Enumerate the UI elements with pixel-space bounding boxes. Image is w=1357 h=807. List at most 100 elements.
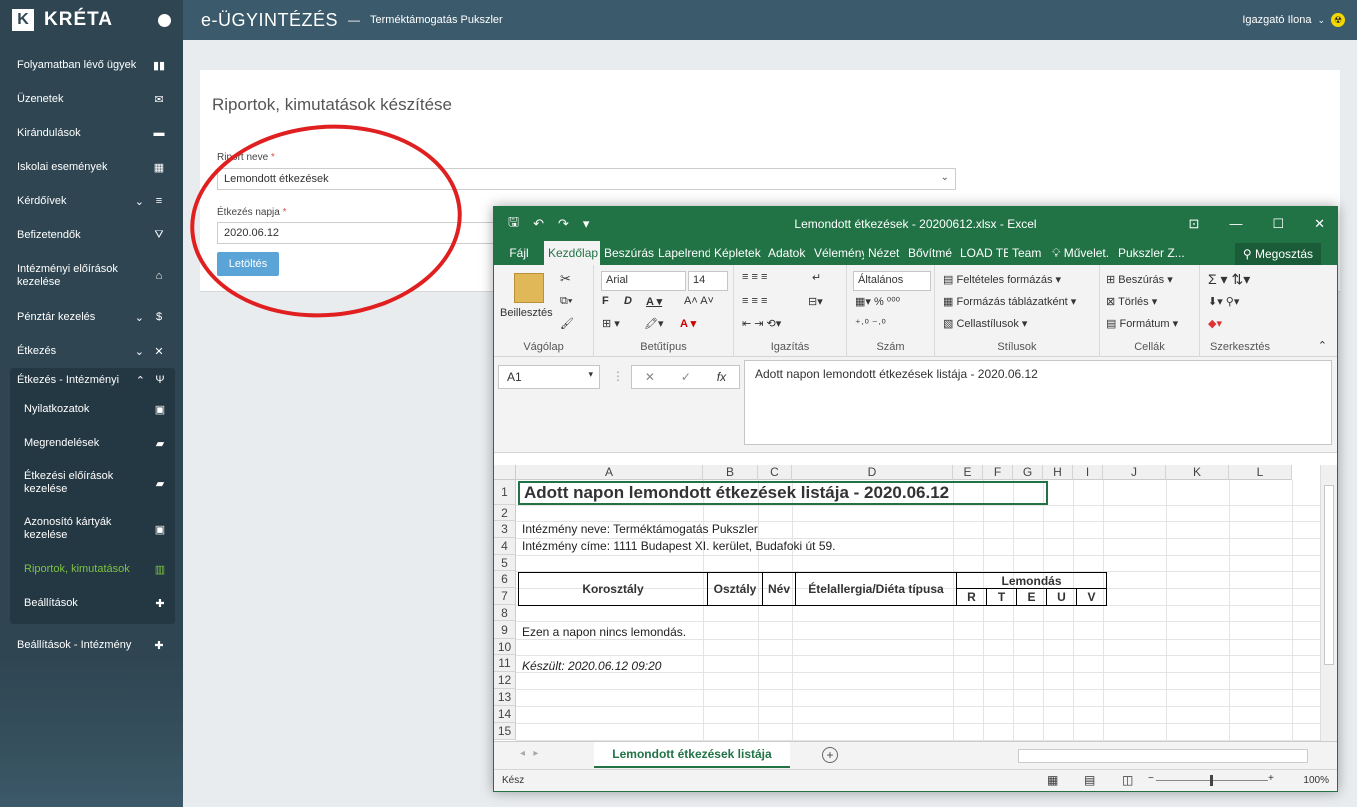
redo-icon[interactable]: ↷ [558,216,569,232]
row-header[interactable]: 7 [494,588,516,605]
row-header[interactable]: 12 [494,672,516,689]
header-osztaly[interactable]: Osztály [707,572,763,606]
fill-icon[interactable]: ⬇▾ ⚲▾ [1208,295,1239,308]
row-header[interactable]: 2 [494,505,516,521]
sidebar-item-intezmenyi-eloirasok[interactable]: Intézményi előírások kezelése ⌂ [0,252,183,300]
formula-input[interactable]: Adott napon lemondott étkezések listája … [744,360,1332,445]
column-header[interactable]: F [983,465,1013,480]
autosum-icon[interactable]: Σ ▾ ⇅▾ [1208,271,1250,288]
paste-icon[interactable] [514,273,544,303]
sheet-tab[interactable]: Lemondott étkezések listája [594,742,790,768]
delete-cells-button[interactable]: ⊠ Törlés ▾ [1106,295,1157,308]
format-as-table-button[interactable]: ▦ Formázás táblázatként ▾ [943,295,1076,308]
sidebar-item-nyilatkozatok[interactable]: Nyilatkozatok ▣ [10,392,175,426]
column-header[interactable]: E [953,465,983,480]
select-all-corner[interactable] [494,465,516,480]
toggle-dot-icon[interactable] [158,13,171,27]
sidebar-item-etkezesi-eloirasok[interactable]: Étkezési előírások kezelése ▰ [10,460,175,506]
currency-icon[interactable]: ▦▾ % ⁰⁰⁰ [855,295,900,308]
sidebar-item-beallitasok-intezmeny[interactable]: Beállítások - Intézmény ✚ [0,628,183,662]
clear-icon[interactable]: ◆▾ [1208,317,1222,330]
column-header[interactable]: A [516,465,703,480]
tab-file[interactable]: Fájl [494,241,544,265]
header-korosztaly[interactable]: Korosztály [518,572,708,606]
tab-review[interactable]: Vélemény [810,241,864,265]
insert-cells-button[interactable]: ⊞ Beszúrás ▾ [1106,273,1173,286]
copy-icon[interactable]: ⧉▾ [560,295,572,308]
tab-home[interactable]: Kezdőlap [544,241,600,265]
row-header[interactable]: 11 [494,655,516,672]
sheet-nav-icon[interactable]: ◂ ▸ [520,748,538,759]
share-button[interactable]: ⚲ Megosztás [1234,243,1321,265]
format-cells-button[interactable]: ▤ Formátum ▾ [1106,317,1178,330]
cell-a11[interactable]: Készült: 2020.06.12 09:20 [522,659,661,673]
borders-icon[interactable]: ⊞ ▾ [602,317,620,330]
tab-load-test[interactable]: LOAD TE [956,241,1008,265]
row-header[interactable]: 10 [494,639,516,655]
undo-icon[interactable]: ↶ [533,216,544,232]
increase-font-icon[interactable]: A˄ A˅ [684,295,714,307]
sidebar-item-penztar[interactable]: Pénztár kezelés ⌄ $ [0,300,183,334]
column-header[interactable]: B [703,465,758,480]
column-header[interactable]: C [758,465,792,480]
font-color-icon[interactable]: A ▾ [680,317,696,330]
kreta-logo-icon[interactable]: K [12,9,34,31]
cell-a3[interactable]: Intézmény neve: Terméktámogatás Pukszler [522,522,758,536]
tab-data[interactable]: Adatok [764,241,810,265]
number-format-select[interactable]: Általános [853,271,931,291]
row-header[interactable]: 6 [494,571,516,588]
header-r[interactable]: R [956,588,987,606]
header-u[interactable]: U [1046,588,1077,606]
sidebar-item-beallitasok[interactable]: Beállítások ✚ [10,586,175,620]
font-name-select[interactable]: Arial [601,271,686,291]
header-v[interactable]: V [1076,588,1107,606]
paste-button[interactable]: Beillesztés [500,307,553,319]
sidebar-item-kirandulasok[interactable]: Kirándulások ▬ [0,116,183,150]
conditional-format-button[interactable]: ▤ Feltételes formázás ▾ [943,273,1061,286]
column-header[interactable]: H [1043,465,1073,480]
wrap-text-icon[interactable]: ↵ [812,271,821,284]
column-header[interactable]: K [1166,465,1229,480]
merge-center-icon[interactable]: ⊟▾ [808,295,823,308]
row-header[interactable]: 1 [494,480,516,505]
page-break-icon[interactable]: ◫ [1122,773,1133,787]
italic-icon[interactable]: D [624,295,632,307]
tab-addins[interactable]: Bővítmé [904,241,956,265]
row-header[interactable]: 15 [494,723,516,740]
cancel-icon[interactable]: ✕ [645,370,655,384]
align-top-icon[interactable]: ≡ ≡ ≡ [742,271,767,283]
sidebar-item-etkezes[interactable]: Étkezés ⌄ ✕ [0,334,183,368]
column-header[interactable]: G [1013,465,1043,480]
minimize-icon[interactable]: — [1229,216,1242,232]
row-header[interactable]: 4 [494,538,516,555]
cell-a9[interactable]: Ezen a napon nincs lemondás. [522,625,686,639]
zoom-level[interactable]: 100% [1303,775,1329,786]
save-icon[interactable]: 🖫 [508,213,519,235]
tab-tell-me[interactable]: 💡︎ Művelet. [1048,241,1114,265]
horizontal-scrollbar[interactable] [1018,749,1308,763]
indent-icon[interactable]: ⇤ ⇥ ⟲▾ [742,317,781,330]
zoom-slider-thumb[interactable] [1210,775,1213,786]
column-header[interactable]: I [1073,465,1103,480]
column-header[interactable]: L [1229,465,1292,480]
cell-a4[interactable]: Intézmény címe: 1111 Budapest XI. kerüle… [522,539,836,553]
add-sheet-icon[interactable]: + [822,747,838,763]
row-header[interactable]: 8 [494,605,516,621]
font-size-select[interactable]: 14 [688,271,728,291]
format-painter-icon[interactable]: 🖌︎ [560,317,574,330]
close-icon[interactable]: ✕ [1314,216,1325,232]
header-e[interactable]: E [1016,588,1047,606]
tab-team[interactable]: Team [1008,241,1048,265]
row-header[interactable]: 3 [494,521,516,538]
tab-account[interactable]: Pukszler Z... [1114,241,1188,265]
header-nev[interactable]: Név [762,572,796,606]
sidebar-item-iskolai-esemenyek[interactable]: Iskolai események ▦ [0,150,183,184]
normal-view-icon[interactable]: ▦ [1047,773,1058,787]
ribbon-display-icon[interactable]: ⊡ [1189,216,1200,232]
tab-page-layout[interactable]: Lapelrend [654,241,710,265]
row-header[interactable]: 14 [494,706,516,723]
enter-icon[interactable]: ✓ [681,370,691,384]
drag-handle-icon[interactable]: ⋮ [612,369,624,383]
sidebar-item-befizetendok[interactable]: Befizetendők ⛛ [0,218,183,252]
tab-view[interactable]: Nézet [864,241,904,265]
